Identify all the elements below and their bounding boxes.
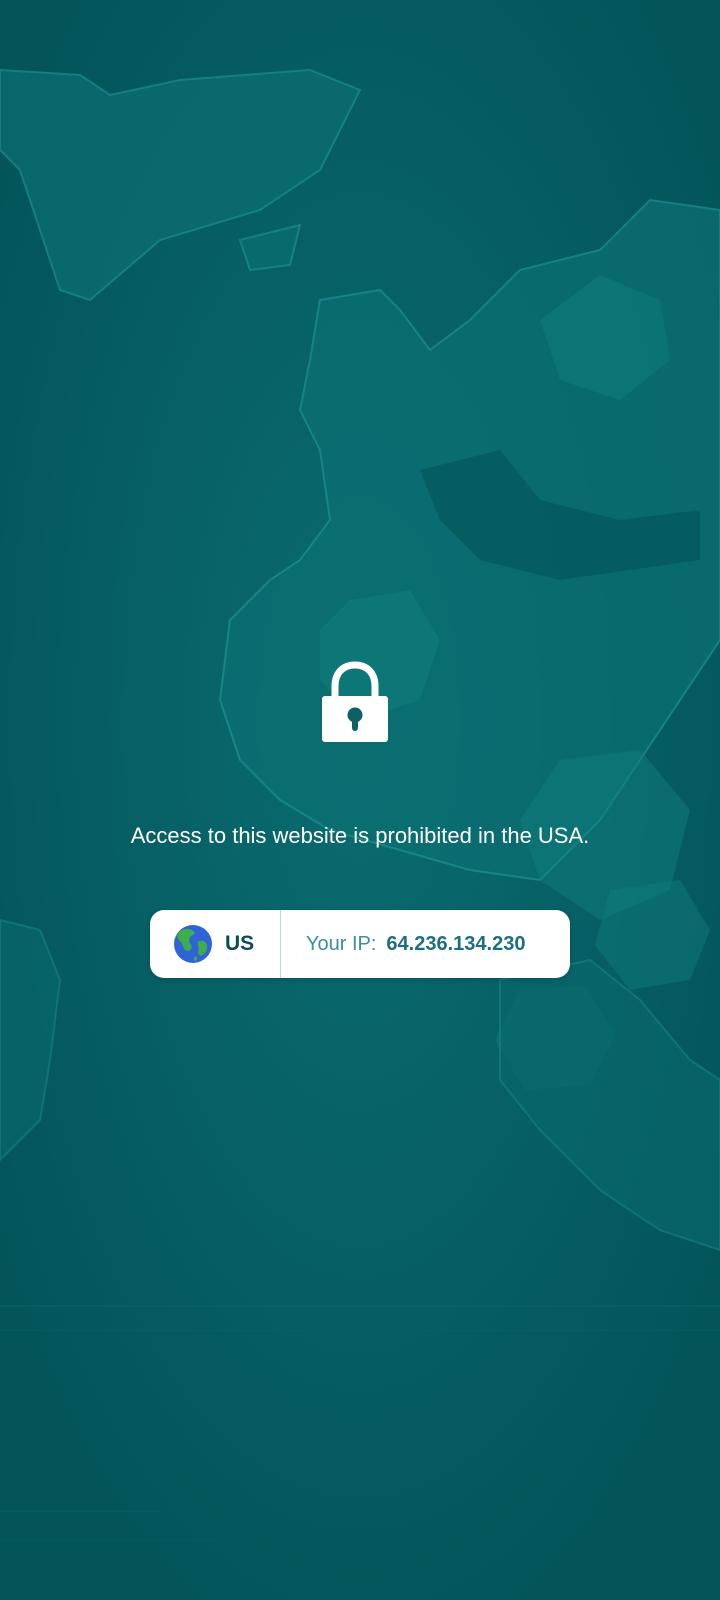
- ip-label: Your IP:: [306, 932, 377, 955]
- access-prohibited-message: Access to this website is prohibited in …: [130, 823, 590, 848]
- ip-section: Your IP: 64.236.134.230: [281, 910, 570, 978]
- ip-info-card: US Your IP: 64.236.134.230: [150, 910, 570, 978]
- country-code: US: [225, 932, 255, 955]
- padlock-icon: [322, 661, 388, 742]
- globe-icon: [174, 925, 212, 963]
- blocked-page: Access to this website is prohibited in …: [0, 0, 720, 1600]
- ip-address: 64.236.134.230: [386, 932, 526, 955]
- country-section: US: [150, 910, 281, 978]
